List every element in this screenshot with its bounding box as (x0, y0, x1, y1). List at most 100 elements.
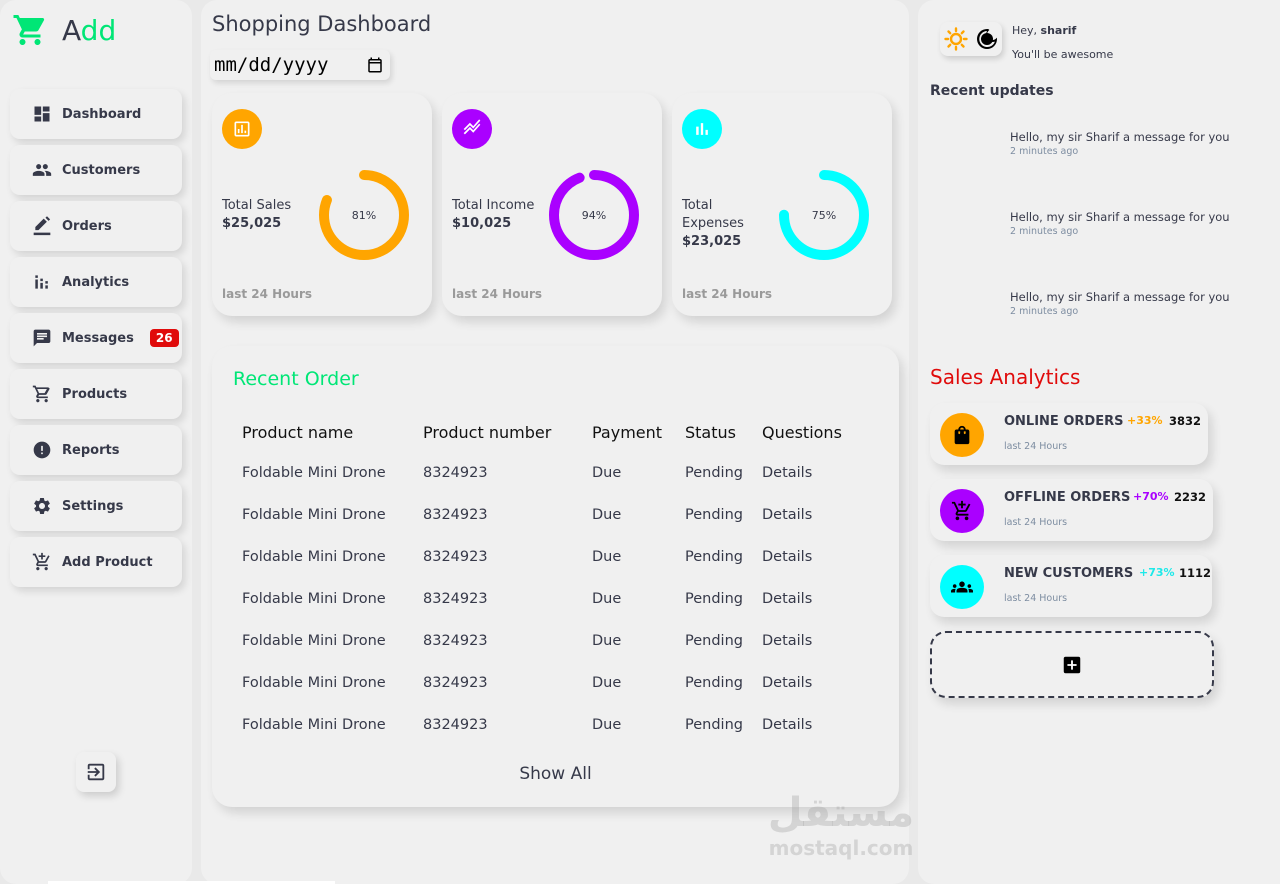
card-label: Total Expenses $23,025 (682, 197, 772, 251)
add-analytics-button[interactable] (930, 631, 1214, 698)
card-footer: last 24 Hours (452, 287, 543, 301)
right-panel: Hey, sharif You'll be awesome Recent upd… (918, 0, 1280, 884)
analytics-count: 3832 (1169, 414, 1202, 428)
analytics-icon-bg (940, 413, 984, 457)
card-total-sales: Total Sales $25,025 81% last 24 Hours (212, 93, 432, 316)
sidebar-item-customers[interactable]: Customers (10, 145, 182, 195)
analytics-online-orders[interactable]: ONLINE ORDERS last 24 Hours +33% 3832 (930, 403, 1208, 465)
sidebar-item-label: Messages (62, 330, 134, 346)
details-link[interactable]: Details (762, 536, 862, 578)
details-link[interactable]: Details (762, 578, 862, 620)
table-cell: 8324923 (423, 675, 488, 691)
group-icon (951, 581, 973, 593)
recent-updates-title: Recent updates (930, 83, 1054, 99)
date-placeholder: mm/dd/yyyy (214, 54, 329, 76)
update-item[interactable]: Hello, my sir Sharif a message for you 2… (1010, 290, 1230, 317)
analytics-count: 1112 (1179, 566, 1212, 580)
sidebar-item-reports[interactable]: Reports (10, 425, 182, 475)
sidebar-item-label: Reports (62, 442, 120, 458)
analytics-growth: +73% (1139, 566, 1175, 579)
calendar-icon[interactable] (366, 56, 384, 74)
show-all-link[interactable]: Show All (212, 764, 899, 784)
sidebar-item-products[interactable]: Products (10, 369, 182, 419)
main-panel: Shopping Dashboard mm/dd/yyyy Total Sale… (201, 0, 914, 884)
details-link[interactable]: Details (762, 620, 862, 662)
logout-icon (87, 763, 105, 781)
plus-box-icon (1063, 656, 1081, 673)
sidebar-item-analytics[interactable]: Analytics (10, 257, 182, 307)
details-link[interactable]: Details (762, 704, 862, 746)
card-total-income: Total Income $10,025 94% last 24 Hours (442, 93, 662, 316)
details-link[interactable]: Details (762, 662, 862, 704)
sun-icon[interactable] (943, 27, 968, 51)
sales-analytics-title: Sales Analytics (930, 365, 1081, 389)
sidebar-item-settings[interactable]: Settings (10, 481, 182, 531)
logo[interactable]: Add (12, 12, 116, 48)
column-header: Product name (242, 422, 354, 442)
sidebar-item-label: Customers (62, 162, 141, 178)
shopping-bag-icon (954, 425, 970, 445)
sidebar-nav: Dashboard Customers Orders Analytics Mes… (10, 89, 182, 593)
theme-toggle[interactable] (940, 22, 1002, 56)
analytics-icon-bg (940, 489, 984, 533)
analytics-offline-orders[interactable]: OFFLINE ORDERS last 24 Hours +70% 2232 (930, 479, 1213, 541)
recent-orders-title: Recent Order (233, 368, 359, 390)
card-footer: last 24 Hours (222, 287, 313, 301)
edit-icon (33, 216, 51, 236)
greeting: Hey, sharif You'll be awesome (1012, 19, 1113, 67)
user-name: sharif (1040, 24, 1077, 37)
table-row: Foldable Mini Drone 8324923 Due Pending Deta… (242, 494, 862, 536)
moon-icon[interactable] (975, 27, 999, 51)
cart-icon (32, 385, 50, 403)
update-message: Hello, my sir Sharif a message for you (1010, 290, 1230, 304)
table-cell: Due (592, 591, 622, 607)
brand-name: Add (62, 13, 117, 47)
analytics-name: NEW CUSTOMERS (1004, 566, 1134, 581)
table-cell: 8324923 (423, 465, 488, 481)
card-percent: 81% (351, 208, 377, 222)
update-item[interactable]: Hello, my sir Sharif a message for you 2… (1010, 130, 1230, 157)
card-percent: 75% (811, 208, 837, 222)
table-cell: Pending (685, 549, 743, 565)
card-label: Total Income $10,025 (452, 197, 542, 233)
table-cell: Foldable Mini Drone (242, 465, 386, 481)
card-footer: last 24 Hours (682, 287, 773, 301)
greeting-sub: You'll be awesome (1012, 48, 1114, 61)
analytics-icon-bg (940, 565, 984, 609)
update-message: Hello, my sir Sharif a message for you (1010, 210, 1230, 224)
analytics-growth: +70% (1133, 490, 1169, 503)
add-cart-icon (32, 552, 50, 571)
card-percent: 94% (581, 208, 607, 222)
sidebar-item-messages[interactable]: Messages 26 (10, 313, 182, 363)
table-row: Foldable Mini Drone 8324923 Due Pending Deta… (242, 536, 862, 578)
table-cell: Pending (685, 717, 743, 733)
sidebar-item-orders[interactable]: Orders (10, 201, 182, 251)
column-header: Payment (592, 422, 663, 442)
table-row: Foldable Mini Drone 8324923 Due Pending Deta… (242, 662, 862, 704)
table-row: Foldable Mini Drone 8324923 Due Pending Deta… (242, 452, 862, 494)
column-header: Product number (423, 422, 552, 442)
sidebar-item-label: Products (62, 386, 128, 402)
card-value: $23,025 (682, 234, 742, 249)
card-icon-bg (222, 109, 262, 149)
details-link[interactable]: Details (762, 452, 862, 494)
update-item[interactable]: Hello, my sir Sharif a message for you 2… (1010, 210, 1230, 237)
analytics-new-customers[interactable]: NEW CUSTOMERS last 24 Hours +73% 1112 (930, 555, 1212, 617)
details-link[interactable]: Details (762, 494, 862, 536)
analytics-name: ONLINE ORDERS (1004, 414, 1124, 429)
analytics-sub: last 24 Hours (1004, 593, 1068, 604)
date-input[interactable]: mm/dd/yyyy (210, 50, 390, 80)
settings-icon (34, 497, 50, 514)
report-icon (33, 441, 51, 459)
sidebar-item-add-product[interactable]: Add Product (10, 537, 182, 587)
update-time: 2 minutes ago (1010, 146, 1079, 157)
trending-icon (463, 119, 481, 135)
logout-button[interactable] (76, 752, 116, 792)
column-header: Questions (762, 422, 842, 442)
dashboard-icon (34, 106, 50, 122)
orders-table: Product name Product number Payment Stat… (242, 412, 862, 746)
analytics-count: 2232 (1174, 490, 1207, 504)
recent-orders-panel: Recent Order Product name Product number… (212, 346, 899, 807)
sidebar-item-dashboard[interactable]: Dashboard (10, 89, 182, 139)
update-time: 2 minutes ago (1010, 226, 1079, 237)
